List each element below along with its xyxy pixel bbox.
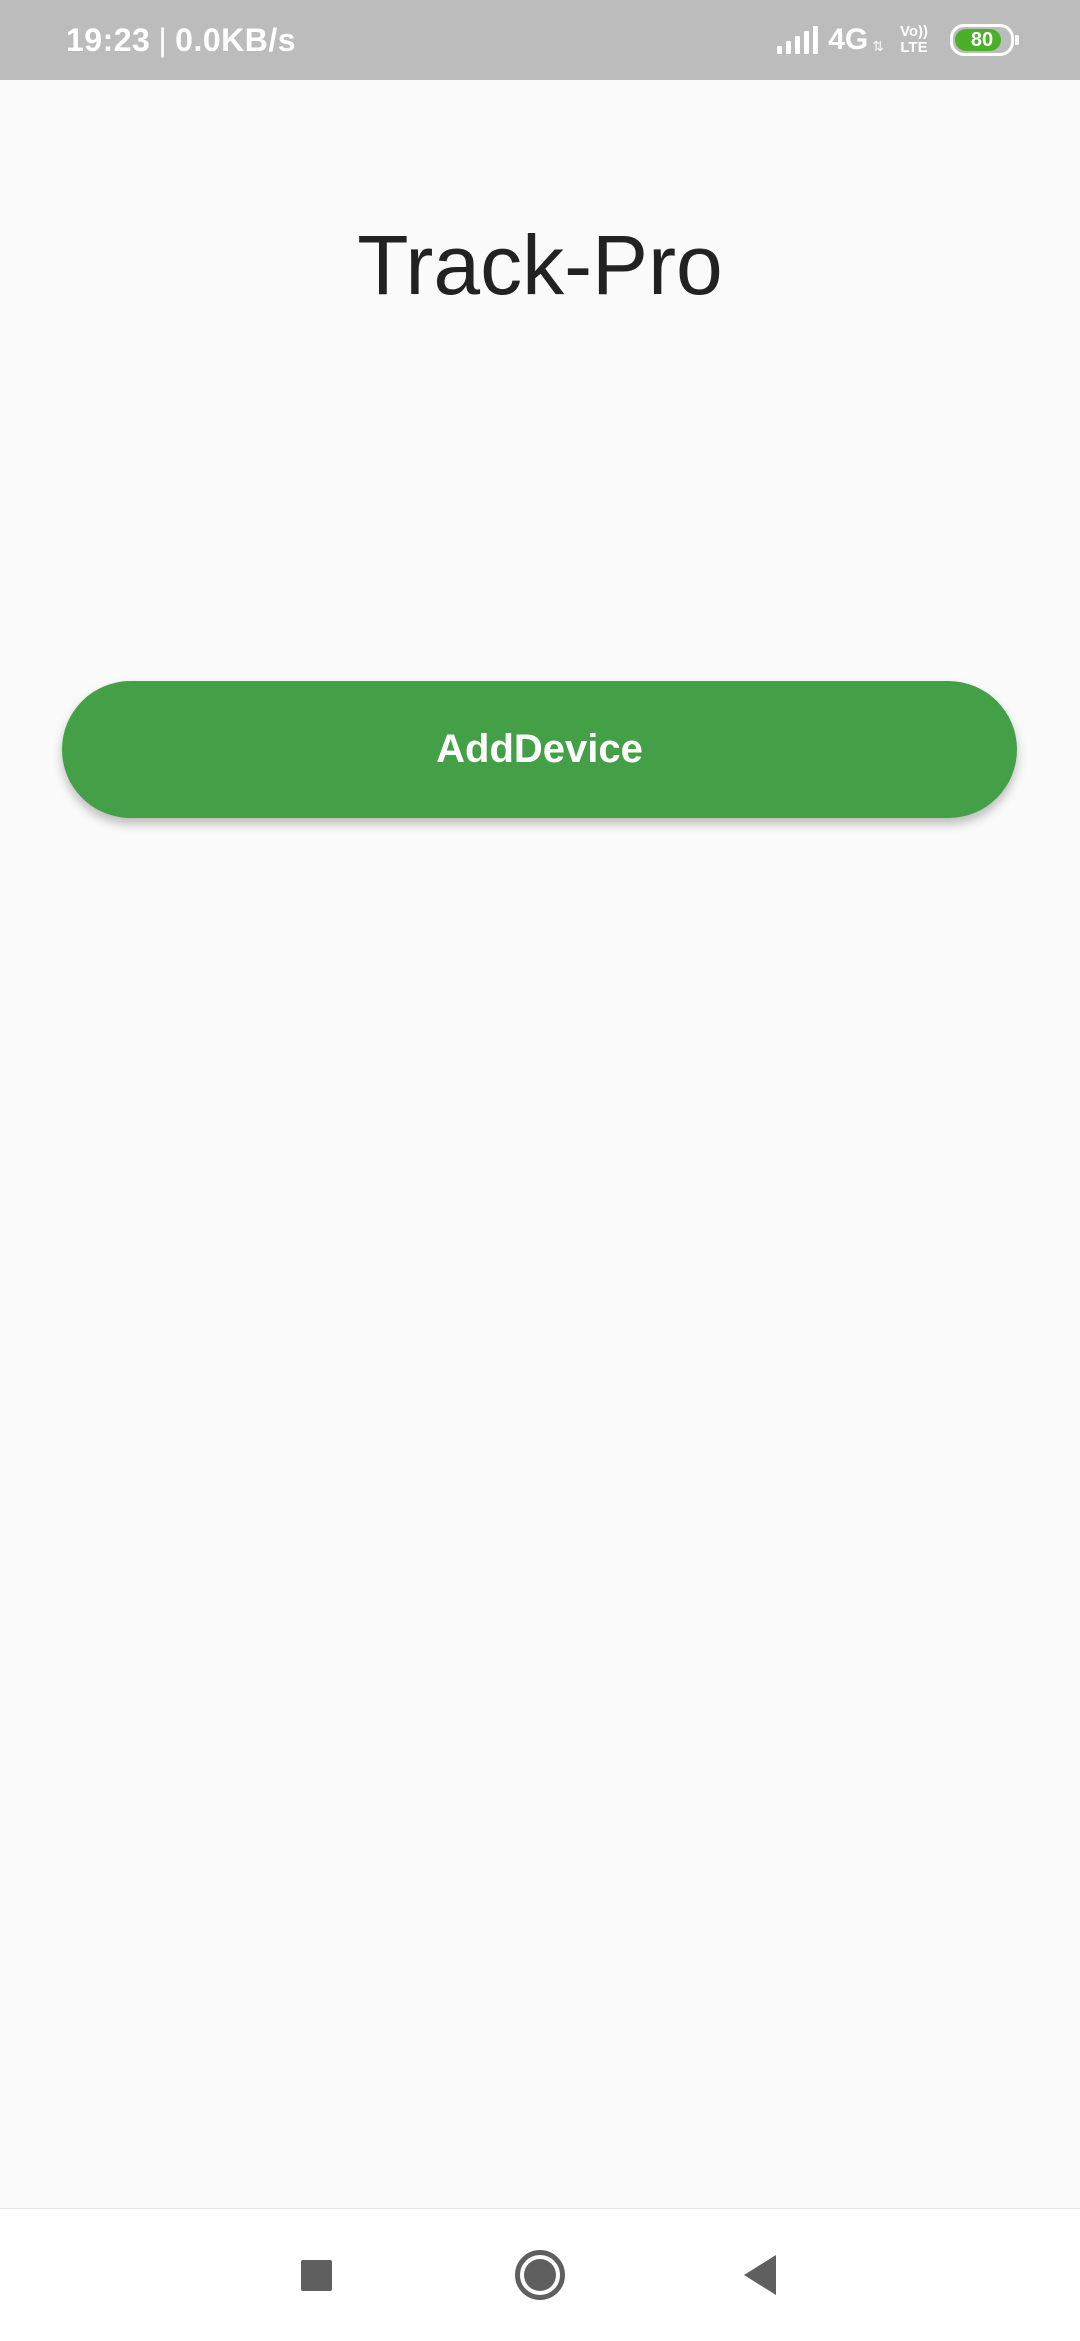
navigation-bar: [0, 2208, 1080, 2341]
back-button[interactable]: [700, 2209, 820, 2341]
battery-icon: 80: [950, 24, 1019, 56]
status-separator: |: [158, 21, 168, 58]
status-left: 19:23 | 0.0KB/s: [66, 0, 296, 80]
home-button[interactable]: [480, 2209, 600, 2341]
volte-bottom-label: LTE: [900, 39, 928, 56]
volte-top-label: Vo)): [899, 23, 928, 40]
home-circle-icon: [515, 2250, 565, 2300]
add-device-button[interactable]: AddDevice: [62, 681, 1017, 818]
page-title: Track-Pro: [357, 218, 723, 312]
signal-icon: [777, 26, 819, 54]
recents-square-icon: [300, 2259, 332, 2291]
status-time: 19:23: [66, 21, 151, 58]
volte-icon: Vo)) LTE: [900, 24, 928, 56]
status-bar: 19:23 | 0.0KB/s 4G ⇅ Vo)) LTE 80: [0, 0, 1080, 80]
network-type-label: 4G: [828, 23, 869, 56]
back-triangle-icon: [744, 2255, 776, 2295]
network-speed: 0.0KB/s: [175, 21, 297, 58]
recents-button[interactable]: [256, 2209, 376, 2341]
battery-level: 80: [970, 28, 994, 51]
data-activity-icon: ⇅: [872, 37, 884, 54]
battery-tip: [1015, 35, 1019, 45]
status-right: 4G ⇅ Vo)) LTE 80: [777, 0, 1019, 80]
